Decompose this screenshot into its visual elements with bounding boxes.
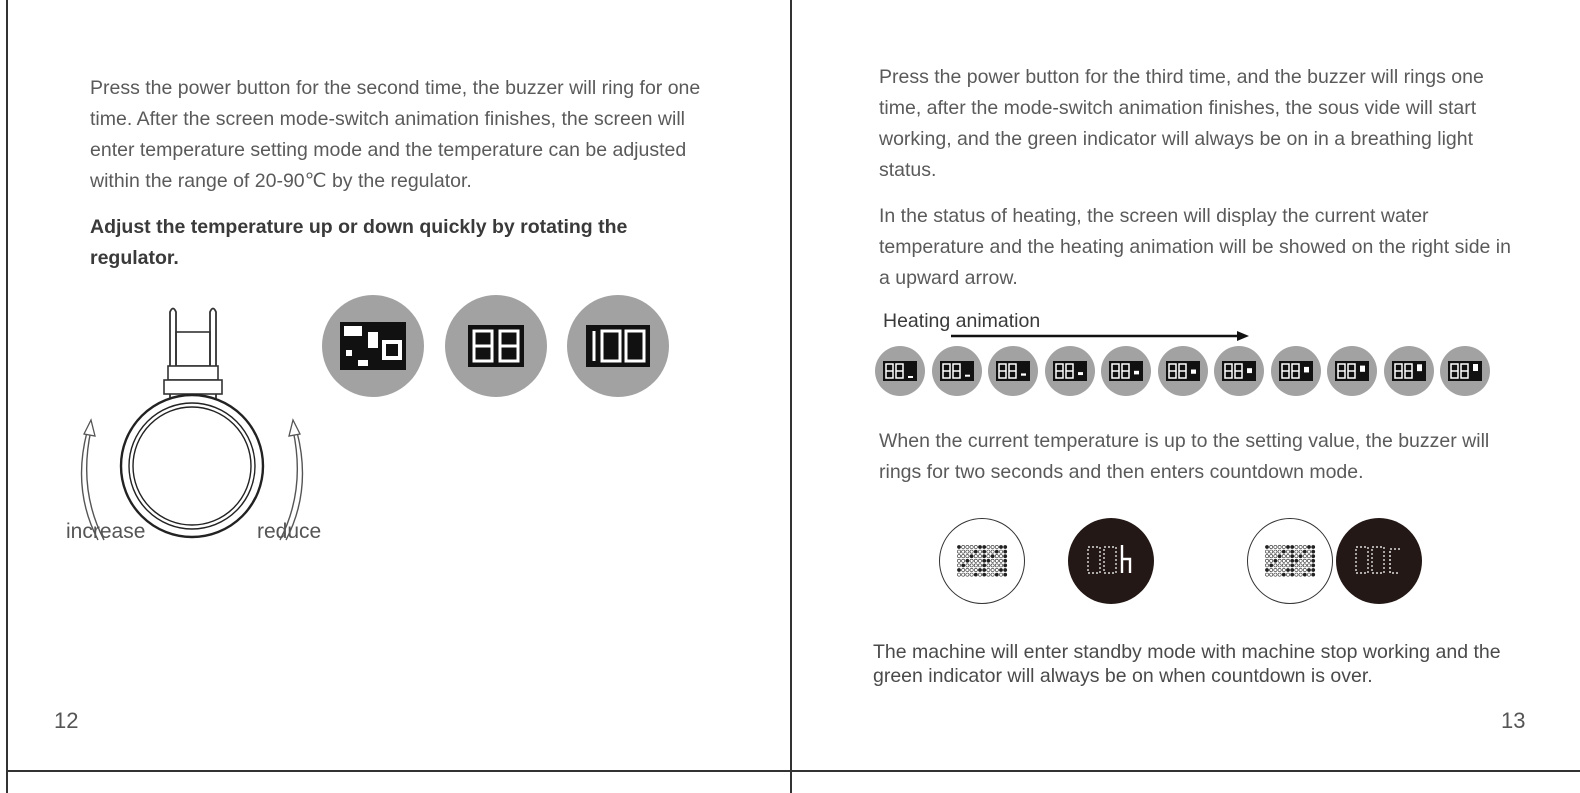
increase-label: increase xyxy=(66,520,146,543)
heating-frame xyxy=(988,346,1038,396)
right-page: Press the power button for the third tim… xyxy=(791,0,1580,793)
heating-frame xyxy=(1270,346,1321,396)
left-paragraph-1: Press the power button for the second ti… xyxy=(90,77,701,192)
dot-matrix-display-icon xyxy=(1165,361,1200,381)
dot-matrix-display-icon xyxy=(1052,361,1087,381)
heating-frame xyxy=(875,346,925,396)
reduce-label: reduce xyxy=(257,520,322,543)
display-88 xyxy=(445,295,547,397)
right-paragraph-3: When the current temperature is up to th… xyxy=(879,430,1490,483)
dial-icon xyxy=(80,307,304,541)
dot-matrix-display-icon xyxy=(1087,545,1132,574)
display-countdown-outline-1 xyxy=(939,518,1025,604)
dot-matrix-display-icon xyxy=(883,361,917,381)
left-page: Press the power button for the second ti… xyxy=(0,0,790,793)
heating-arrow-icon xyxy=(951,331,1249,341)
dot-matrix-display-icon xyxy=(1355,546,1400,574)
heating-frame xyxy=(1044,346,1095,396)
dot-matrix-display-icon xyxy=(1109,361,1143,381)
left-paragraph-bold: Adjust the temperature up or down quickl… xyxy=(90,216,628,269)
dot-matrix-display-icon xyxy=(340,322,406,370)
heating-frame xyxy=(1327,346,1377,396)
dot-matrix-display-icon xyxy=(1335,361,1369,381)
right-paragraph-4: The machine will enter standby mode with… xyxy=(873,641,1501,687)
display-countdown-hours xyxy=(1068,518,1154,604)
heating-animation-row xyxy=(875,346,1495,396)
heating-frame xyxy=(931,346,982,396)
dot-matrix-display-icon xyxy=(1278,361,1313,381)
dot-matrix-display-icon xyxy=(1222,361,1256,381)
dot-matrix-display-icon xyxy=(1265,545,1316,577)
dot-matrix-display-icon xyxy=(586,325,650,367)
dot-matrix-display-icon xyxy=(1391,361,1426,381)
heating-frame xyxy=(1157,346,1208,396)
heating-frame xyxy=(1101,346,1151,396)
heating-frame xyxy=(1440,346,1490,396)
dot-matrix-display-icon xyxy=(939,361,974,381)
page-number-right: 13 xyxy=(1501,708,1526,733)
right-paragraph-1: Press the power button for the third tim… xyxy=(879,66,1484,181)
page-number-left: 12 xyxy=(54,708,79,733)
dot-matrix-display-icon xyxy=(468,325,524,367)
dot-matrix-display-icon xyxy=(957,545,1008,577)
heating-frame xyxy=(1383,346,1434,396)
display-countdown-celsius xyxy=(1336,518,1422,604)
display-countdown-outline-2 xyxy=(1247,518,1333,604)
heating-frame xyxy=(1214,346,1264,396)
display-100 xyxy=(567,295,669,397)
right-paragraph-2: In the status of heating, the screen wil… xyxy=(879,205,1511,289)
dot-matrix-display-icon xyxy=(996,361,1030,381)
dot-matrix-display-icon xyxy=(1448,361,1482,381)
display-setting-animation xyxy=(322,295,424,397)
